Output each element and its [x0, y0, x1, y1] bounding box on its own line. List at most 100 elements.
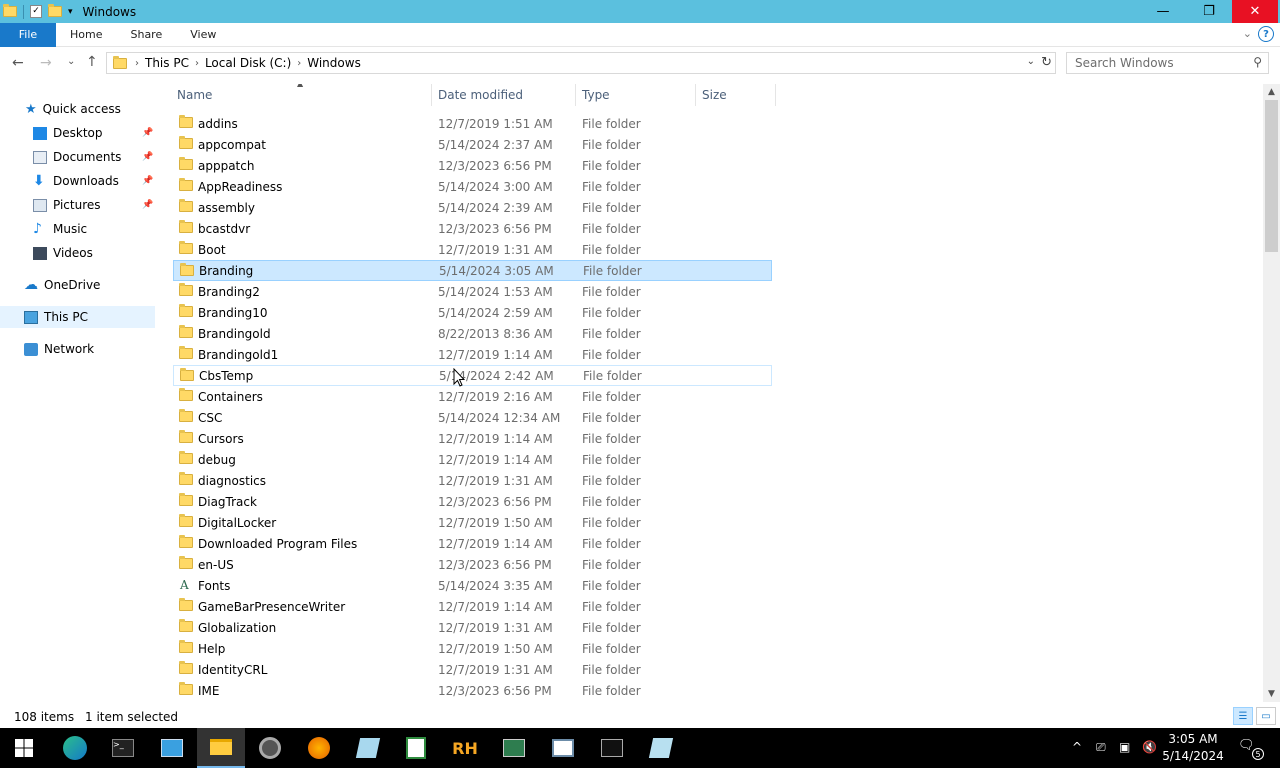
table-row[interactable]: en-US 12/3/2023 6:56 PM File folder: [173, 554, 772, 575]
sidebar-item-onedrive[interactable]: ☁ OneDrive: [24, 274, 174, 296]
pin-icon[interactable]: 📌: [142, 152, 153, 162]
table-row[interactable]: bcastdvr 12/3/2023 6:56 PM File folder: [173, 218, 772, 239]
column-header-type[interactable]: Type: [576, 84, 696, 106]
table-row[interactable]: appcompat 5/14/2024 2:37 AM File folder: [173, 134, 772, 155]
tab-share[interactable]: Share: [116, 23, 176, 47]
show-hidden-icons-icon[interactable]: ^: [1072, 740, 1082, 754]
notepad-icon[interactable]: [344, 728, 392, 768]
tab-view[interactable]: View: [176, 23, 230, 47]
search-input[interactable]: Search Windows ⚲: [1066, 52, 1269, 74]
refresh-icon[interactable]: ↻: [1041, 55, 1052, 70]
sidebar-item-label: Desktop: [53, 126, 103, 140]
folder-icon: [179, 472, 193, 485]
volume-muted-icon[interactable]: 🔇: [1142, 740, 1157, 754]
breadcrumb-this-pc[interactable]: This PC: [139, 56, 195, 70]
back-arrow-icon[interactable]: ←: [12, 55, 24, 71]
address-bar[interactable]: › This PC › Local Disk (C:) › Windows ⌄ …: [106, 52, 1056, 74]
terminal-icon[interactable]: >_: [99, 728, 147, 768]
sidebar-item-network[interactable]: Network: [24, 338, 174, 360]
device-icon[interactable]: ⎚: [1096, 740, 1106, 755]
restore-button[interactable]: ❐: [1186, 0, 1232, 23]
column-header-date-modified[interactable]: Date modified: [432, 84, 576, 106]
table-row[interactable]: Branding10 5/14/2024 2:59 AM File folder: [173, 302, 772, 323]
table-row[interactable]: Brandingold1 12/7/2019 1:14 AM File folder: [173, 344, 772, 365]
close-button[interactable]: ✕: [1232, 0, 1278, 23]
up-arrow-icon[interactable]: ↑: [86, 54, 98, 70]
help-icon[interactable]: ?: [1258, 26, 1274, 42]
table-row[interactable]: apppatch 12/3/2023 6:56 PM File folder: [173, 155, 772, 176]
table-row[interactable]: Downloaded Program Files 12/7/2019 1:14 A…: [173, 533, 772, 554]
file-rows: addins 12/7/2019 1:51 AM File folder appcom…: [173, 113, 772, 701]
table-row[interactable]: GameBarPresenceWriter 12/7/2019 1:14 AM Fi…: [173, 596, 772, 617]
control-panel-icon[interactable]: [148, 728, 196, 768]
large-icons-view-icon[interactable]: ▭: [1256, 707, 1276, 725]
cell-type: File folder: [582, 536, 641, 551]
forward-arrow-icon[interactable]: →: [40, 55, 52, 71]
new-folder-icon[interactable]: [48, 4, 62, 17]
spreadsheet-icon[interactable]: [392, 728, 440, 768]
folder-icon: [179, 451, 193, 464]
documents-icon: [33, 150, 47, 164]
table-row[interactable]: DiagTrack 12/3/2023 6:56 PM File folder: [173, 491, 772, 512]
scroll-thumb[interactable]: [1265, 100, 1278, 252]
table-row[interactable]: addins 12/7/2019 1:51 AM File folder: [173, 113, 772, 134]
scroll-down-icon[interactable]: ▼: [1263, 686, 1280, 702]
table-row[interactable]: assembly 5/14/2024 2:39 AM File folder: [173, 197, 772, 218]
cell-name: assembly: [198, 200, 255, 215]
table-row[interactable]: Branding2 5/14/2024 1:53 AM File folder: [173, 281, 772, 302]
table-row[interactable]: CSC 5/14/2024 12:34 AM File folder: [173, 407, 772, 428]
cmd-icon[interactable]: [588, 728, 636, 768]
customize-toolbar-icon[interactable]: ▾: [68, 7, 73, 17]
taskbar-clock[interactable]: 3:05 AM 5/14/2024: [1160, 731, 1226, 765]
scroll-up-icon[interactable]: ▲: [1263, 84, 1280, 100]
cell-name: Help: [198, 641, 226, 656]
breadcrumb-windows[interactable]: Windows: [301, 56, 367, 70]
table-row[interactable]: AppReadiness 5/14/2024 3:00 AM File folder: [173, 176, 772, 197]
table-row[interactable]: CbsTemp 5/14/2024 2:42 AM File folder: [173, 365, 772, 386]
table-row[interactable]: IdentityCRL 12/7/2019 1:31 AM File folder: [173, 659, 772, 680]
table-row[interactable]: diagnostics 12/7/2019 1:31 AM File folder: [173, 470, 772, 491]
table-row[interactable]: Globalization 12/7/2019 1:31 AM File folde…: [173, 617, 772, 638]
recent-locations-icon[interactable]: ⌄: [67, 56, 75, 67]
navigation-pane: ★ Quick access Desktop 📌 Documents 📌 ⬇ D…: [0, 84, 160, 702]
edge-icon[interactable]: [51, 728, 99, 768]
wordpad-icon[interactable]: [637, 728, 685, 768]
pin-icon[interactable]: 📌: [142, 200, 153, 210]
table-row[interactable]: debug 12/7/2019 1:14 AM File folder: [173, 449, 772, 470]
chrome-icon[interactable]: [246, 728, 294, 768]
table-row[interactable]: Branding 5/14/2024 3:05 AM File folder: [173, 260, 772, 281]
cell-name: Branding10: [198, 305, 268, 320]
table-row[interactable]: Boot 12/7/2019 1:31 AM File folder: [173, 239, 772, 260]
table-row[interactable]: DigitalLocker 12/7/2019 1:50 AM File folde…: [173, 512, 772, 533]
sidebar-item-this-pc[interactable]: This PC: [0, 306, 155, 328]
table-row[interactable]: Help 12/7/2019 1:50 AM File folder: [173, 638, 772, 659]
firefox-icon[interactable]: [295, 728, 343, 768]
column-header-name[interactable]: Name ▲: [160, 84, 432, 106]
properties-icon[interactable]: ✓: [30, 5, 42, 18]
table-row[interactable]: Containers 12/7/2019 2:16 AM File folder: [173, 386, 772, 407]
minimize-button[interactable]: —: [1140, 0, 1186, 23]
table-row[interactable]: Brandingold 8/22/2013 8:36 AM File folder: [173, 323, 772, 344]
pin-icon[interactable]: 📌: [142, 176, 153, 186]
tab-file[interactable]: File: [0, 22, 56, 47]
address-dropdown-icon[interactable]: ⌄: [1027, 56, 1035, 67]
details-view-icon[interactable]: ☰: [1233, 707, 1253, 725]
breadcrumb-local-disk[interactable]: Local Disk (C:): [199, 56, 297, 70]
table-row[interactable]: IME 12/3/2023 6:56 PM File folder: [173, 680, 772, 701]
table-row[interactable]: Cursors 12/7/2019 1:14 AM File folder: [173, 428, 772, 449]
server-manager-icon[interactable]: [490, 728, 538, 768]
window-icon[interactable]: [539, 728, 587, 768]
pin-icon[interactable]: 📌: [142, 128, 153, 138]
item-count: 108 items: [14, 709, 75, 724]
folder-icon: [179, 115, 193, 128]
sidebar-item-quick-access[interactable]: ★ Quick access: [25, 98, 175, 120]
expand-ribbon-icon[interactable]: ⌄: [1243, 27, 1252, 40]
table-row[interactable]: A Fonts 5/14/2024 3:35 AM File folder: [173, 575, 772, 596]
rh-app-icon[interactable]: RH: [441, 728, 489, 768]
start-button[interactable]: [0, 728, 48, 768]
tab-home[interactable]: Home: [56, 23, 116, 47]
column-header-size[interactable]: Size: [696, 84, 776, 106]
network-status-icon[interactable]: ▣: [1119, 740, 1130, 754]
file-explorer-icon[interactable]: [197, 728, 245, 768]
vertical-scrollbar[interactable]: ▲ ▼: [1263, 84, 1280, 702]
